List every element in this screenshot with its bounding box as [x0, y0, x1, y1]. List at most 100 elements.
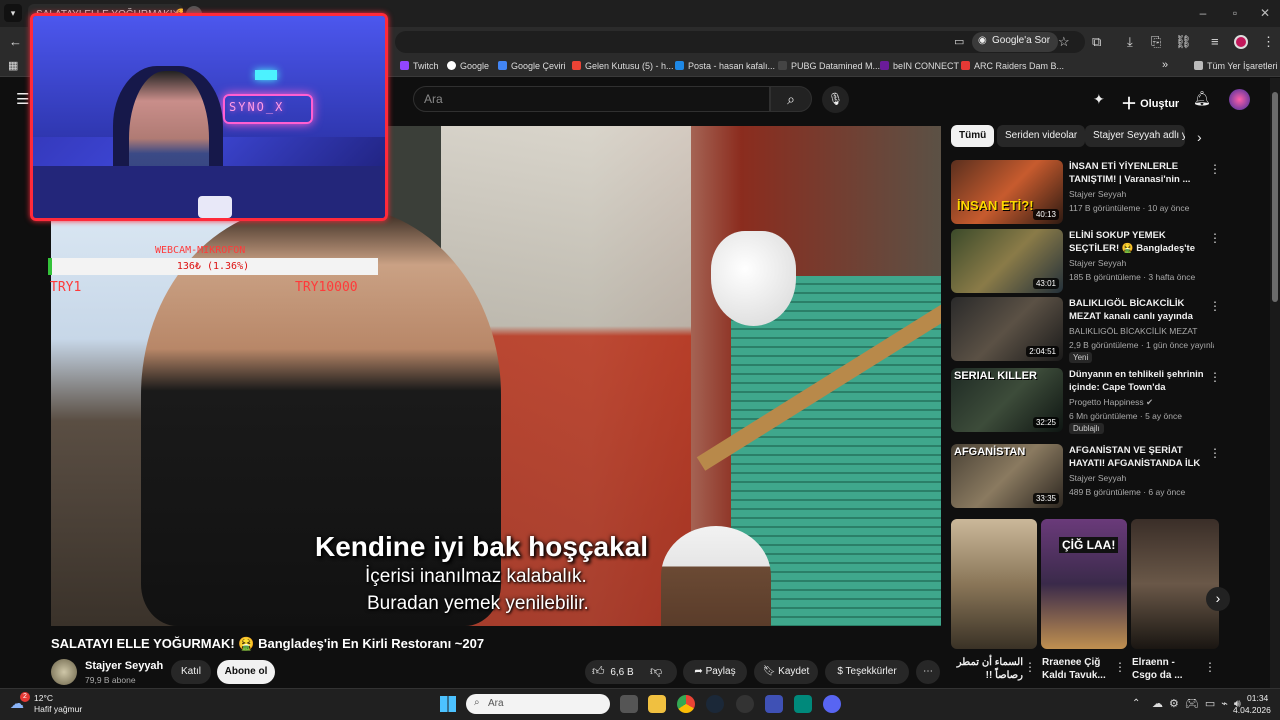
extensions-icon[interactable]: ⧉ [1092, 34, 1101, 50]
recommendation-menu-icon[interactable]: ⋮ [1209, 299, 1221, 313]
recommendation-item[interactable]: 43:01 ELİNİ SOKUP YEMEK SEÇTİLER! 🤮 Bang… [951, 229, 1221, 293]
steam-icon[interactable] [706, 695, 724, 713]
taskbar-search-input[interactable]: ⌕ Ara [466, 694, 610, 714]
network-app-icon[interactable] [794, 695, 812, 713]
recommendation-thumbnail[interactable]: SERIAL KILLER 32:25 [951, 368, 1063, 432]
chrome-icon[interactable] [677, 695, 695, 713]
recommendation-title[interactable]: AFGANİSTAN VE ŞERİAT HAYATI! AFGANİSTAND… [1069, 444, 1207, 470]
minimize-icon[interactable]: – [1188, 6, 1218, 20]
app-icon[interactable] [765, 695, 783, 713]
thanks-button[interactable]: $ Teşekkürler [825, 660, 909, 684]
tab-list-chevron-icon[interactable]: ▾ [4, 4, 22, 22]
all-bookmarks[interactable]: Tüm Yer İşaretleri [1194, 61, 1278, 71]
share-button[interactable]: ➦ Paylaş [683, 660, 747, 684]
recommendation-menu-icon[interactable]: ⋮ [1209, 446, 1221, 460]
game-launcher-icon[interactable] [736, 695, 754, 713]
star-icon[interactable]: ☆ [1058, 34, 1070, 50]
recommendation-menu-icon[interactable]: ⋮ [1209, 162, 1221, 176]
close-window-icon[interactable]: ✕ [1250, 6, 1280, 20]
recommendation-item[interactable]: 2:04:51 BALIKLIGÖL BİCAKCİLİK MEZAT kana… [951, 297, 1221, 363]
profile-avatar[interactable] [1234, 35, 1248, 49]
bookmark-bein[interactable]: beIN CONNECT [880, 61, 959, 71]
chip-series-videos[interactable]: Seriden videolar [997, 125, 1086, 147]
tray-overflow-icon[interactable]: ⌃ [1132, 698, 1140, 709]
bookmarks-overflow-icon[interactable]: » [1162, 59, 1168, 71]
bookmark-pubg[interactable]: PUBG Datamined M... [778, 61, 880, 71]
recommendation-title[interactable]: Dünyanın en tehlikeli şehrinin içinde: C… [1069, 368, 1207, 394]
channel-name[interactable]: Stajyer Seyyah [85, 660, 163, 672]
media-controls-icon[interactable]: ≡ [1211, 34, 1219, 49]
restore-icon[interactable]: ▫ [1220, 6, 1250, 20]
ask-google-button[interactable]: ◉ Google'a Sor [972, 32, 1059, 52]
subtitle-line-2: Buradan yemek yenilebilir. [367, 593, 589, 614]
recommendation-thumbnail[interactable]: 43:01 [951, 229, 1063, 293]
link-icon[interactable]: ⛓ [1175, 34, 1192, 50]
apps-grid-icon[interactable]: ▦ [8, 59, 18, 72]
bookmark-twitch[interactable]: Twitch [400, 61, 439, 71]
scrollbar-thumb[interactable] [1272, 92, 1278, 302]
bookmark-google[interactable]: Google [447, 61, 489, 71]
download-icon[interactable]: ⤓ [1127, 34, 1133, 50]
bookmark-google-translate[interactable]: Google Çeviri [498, 61, 566, 71]
cast-icon[interactable]: ▭ [954, 35, 964, 48]
recommendation-item[interactable]: İNSAN ETİ?! 40:13 İNSAN ETİ YİYENLERLE T… [951, 160, 1221, 224]
start-windows-icon[interactable] [440, 696, 456, 712]
shorts-next-button[interactable]: › [1206, 587, 1230, 611]
short-menu-icon[interactable]: ⋮ [1114, 660, 1126, 674]
save-button[interactable]: 🔖︎ Kaydet [754, 660, 818, 684]
hamburger-menu-icon[interactable]: ☰ [16, 90, 29, 108]
discord-icon[interactable] [823, 695, 841, 713]
short-menu-icon[interactable]: ⋮ [1204, 660, 1216, 674]
recommendation-channel[interactable]: Stajyer Seyyah [1069, 473, 1214, 483]
subscribe-button[interactable]: Abone ol [217, 660, 275, 684]
clock-date[interactable]: 4.04.2026 [1233, 705, 1271, 715]
recommendation-menu-icon[interactable]: ⋮ [1209, 231, 1221, 245]
short-thumbnail[interactable] [951, 519, 1037, 649]
chip-channel-videos[interactable]: Stajyer Seyyah adlı yü [1085, 125, 1185, 147]
recommendation-title[interactable]: İNSAN ETİ YİYENLERLE TANIŞTIM! | Varanas… [1069, 160, 1207, 186]
create-button[interactable]: ＋ Oluştur [1121, 90, 1179, 114]
recommendation-channel[interactable]: Progetto Happiness ✔ [1069, 397, 1214, 408]
recommendation-menu-icon[interactable]: ⋮ [1209, 370, 1221, 384]
recommendation-channel[interactable]: Stajyer Seyyah [1069, 189, 1214, 199]
account-avatar[interactable] [1229, 89, 1250, 110]
translate-icon[interactable]: ⎘ [1151, 34, 1161, 50]
channel-avatar[interactable] [51, 659, 77, 685]
short-thumbnail[interactable] [1131, 519, 1219, 649]
more-actions-button[interactable]: ⋯ [916, 660, 940, 684]
recommendation-channel[interactable]: BALIKLIGÖL BİCAKCİLİK MEZAT [1069, 326, 1214, 336]
search-input[interactable]: Ara [413, 86, 770, 112]
recommendation-thumbnail[interactable]: İNSAN ETİ?! 40:13 [951, 160, 1063, 224]
recommendation-thumbnail[interactable]: 2:04:51 [951, 297, 1063, 361]
bookmark-arc-raiders[interactable]: ARC Raiders Dam B... [961, 61, 1064, 71]
recommendation-item[interactable]: AFGANİSTAN 33:35 AFGANİSTAN VE ŞERİAT HA… [951, 444, 1221, 508]
file-explorer-icon[interactable] [648, 695, 666, 713]
bookmark-mail[interactable]: Posta - hasan kafalı... [675, 61, 775, 71]
back-icon[interactable]: ← [9, 34, 22, 49]
join-button[interactable]: Katıl [171, 660, 211, 684]
recommendation-thumbnail[interactable]: AFGANİSTAN 33:35 [951, 444, 1063, 508]
task-view-icon[interactable] [620, 695, 638, 713]
short-title[interactable]: السماء أن تمطر رصاصاً !! [953, 656, 1023, 682]
bookmark-gmail[interactable]: Gelen Kutusu (5) - h... [572, 61, 674, 71]
short-title[interactable]: Rraenee Çiğ Kaldı Tavuk... [1042, 656, 1112, 682]
like-button[interactable]: 👍︎ 6,6 B [592, 664, 634, 679]
short-thumbnail[interactable]: ÇİĞ LAA! [1041, 519, 1127, 649]
browser-menu-icon[interactable]: ⋮ [1262, 34, 1275, 50]
search-button[interactable]: ⌕ [770, 86, 812, 112]
chip-all[interactable]: Tümü [951, 125, 995, 147]
voice-search-button[interactable]: 🎙 [822, 86, 849, 113]
clock-time[interactable]: 01:34 [1247, 693, 1268, 703]
chips-next-icon[interactable]: › [1197, 129, 1202, 145]
weather-widget[interactable]: ☁ 2 12°C Hafif yağmur [10, 692, 90, 716]
short-menu-icon[interactable]: ⋮ [1024, 660, 1036, 674]
recommendation-item[interactable]: SERIAL KILLER 32:25 Dünyanın en tehlikel… [951, 368, 1221, 434]
chat-icon[interactable]: ✦ [1093, 91, 1105, 108]
short-title[interactable]: Elraenn - Csgo da ... [1132, 656, 1202, 682]
dislike-button[interactable]: 👎︎ [650, 664, 662, 679]
page-scrollbar[interactable] [1270, 78, 1280, 688]
notifications-bell-icon[interactable]: 🔔︎ [1193, 90, 1211, 107]
recommendation-title[interactable]: ELİNİ SOKUP YEMEK SEÇTİLER! 🤮 Bangladeş'… [1069, 229, 1207, 255]
recommendation-channel[interactable]: Stajyer Seyyah [1069, 258, 1214, 268]
recommendation-title[interactable]: BALIKLIGÖL BİCAKCİLİK MEZAT kanalı canlı… [1069, 297, 1207, 323]
